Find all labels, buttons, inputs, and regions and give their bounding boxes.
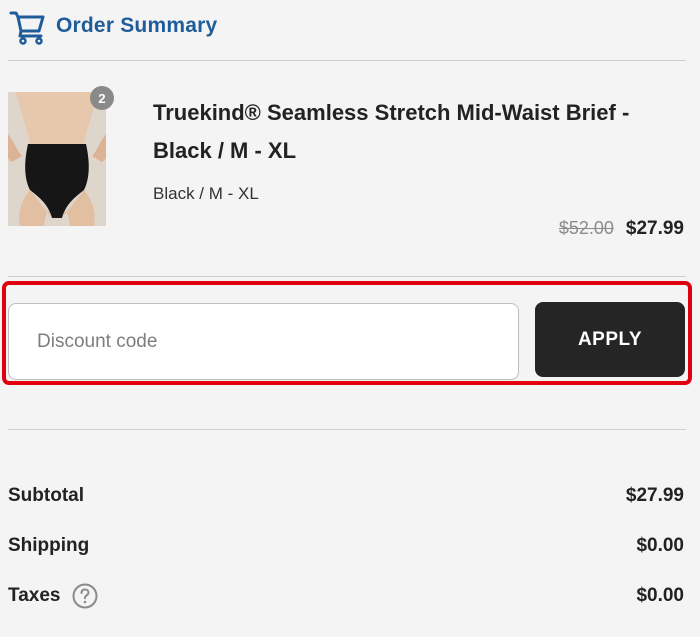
product-photo-illustration xyxy=(8,92,106,226)
discount-code-input[interactable] xyxy=(8,303,519,380)
subtotal-value: $27.99 xyxy=(625,485,684,506)
sale-price: $27.99 xyxy=(625,218,684,239)
order-summary-header: Order Summary xyxy=(8,6,217,46)
cart-icon xyxy=(9,11,45,45)
quantity-badge: 2 xyxy=(90,86,114,110)
product-divider xyxy=(8,276,686,277)
help-icon[interactable] xyxy=(72,583,98,609)
product-variant: Black / M - XL xyxy=(153,184,259,203)
order-summary-title: Order Summary xyxy=(56,14,218,37)
apply-discount-button[interactable]: APPLY xyxy=(535,302,685,377)
product-image xyxy=(8,92,106,226)
subtotal-label: Subtotal xyxy=(8,485,84,506)
subtotal-row: Subtotal $27.99 xyxy=(8,481,684,511)
taxes-label: Taxes xyxy=(8,585,61,606)
discount-divider xyxy=(8,429,686,430)
original-price: $52.00 xyxy=(558,218,614,238)
taxes-value: $0.00 xyxy=(636,585,684,606)
header-divider xyxy=(8,60,686,61)
price-row: $52.00 $27.99 xyxy=(559,218,684,240)
shipping-label: Shipping xyxy=(8,535,90,556)
shipping-row: Shipping $0.00 xyxy=(8,531,684,561)
taxes-label-group: Taxes xyxy=(8,583,98,609)
shipping-value: $0.00 xyxy=(636,535,684,556)
product-name: Truekind® Seamless Stretch Mid-Waist Bri… xyxy=(153,100,630,163)
taxes-row: Taxes $0.00 xyxy=(8,581,684,611)
